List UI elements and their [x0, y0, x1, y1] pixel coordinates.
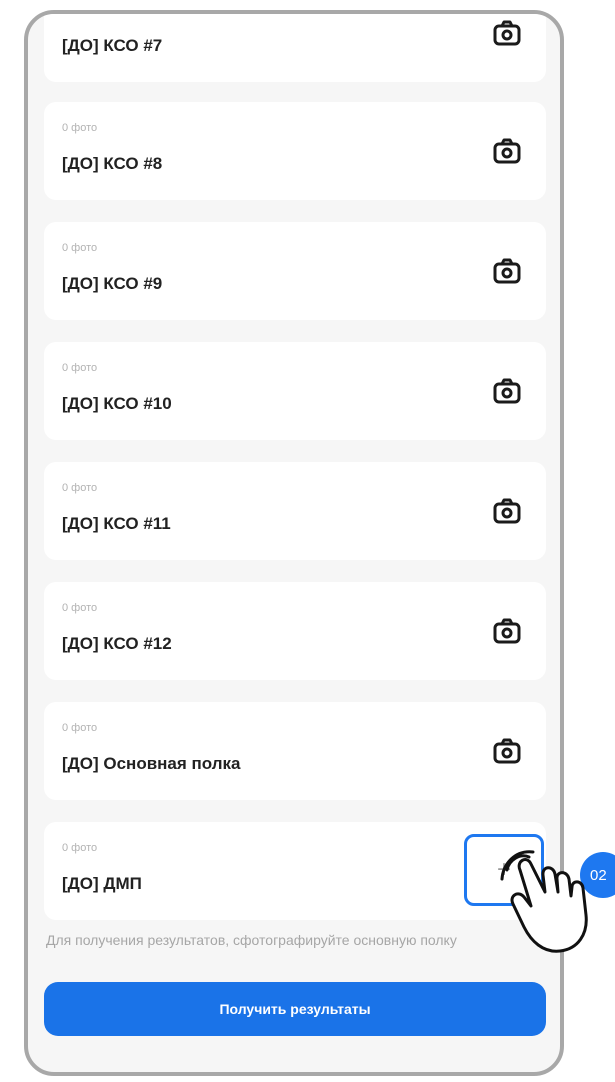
photo-count: 0 фото: [62, 122, 98, 134]
photo-count: 0 фото: [62, 482, 98, 494]
photo-count: 0 фото: [62, 842, 98, 854]
list-item-shelf-7: [ДО] КСО #7: [44, 14, 546, 82]
camera-icon[interactable]: [488, 252, 526, 290]
camera-icon[interactable]: [488, 14, 526, 52]
shelf-title: [ДО] КСО #8: [62, 154, 163, 173]
camera-icon[interactable]: [488, 372, 526, 410]
shelf-title: [ДО] КСО #11: [62, 514, 171, 533]
list-item-shelf-10: 0 фото [ДО] КСО #10: [44, 342, 546, 440]
hint-text: Для получения результатов, сфотографируй…: [46, 932, 457, 948]
shelf-title: [ДО] ДМП: [62, 874, 142, 893]
shelf-title: [ДО] КСО #9: [62, 274, 163, 293]
shelf-title: [ДО] Основная полка: [62, 754, 241, 773]
camera-icon[interactable]: [488, 732, 526, 770]
hand-pointer-icon: [500, 850, 588, 953]
list-item-main-shelf: 0 фото [ДО] Основная полка: [44, 702, 546, 800]
list-item-shelf-9: 0 фото [ДО] КСО #9: [44, 222, 546, 320]
list-item-shelf-8: 0 фото [ДО] КСО #8: [44, 102, 546, 200]
camera-icon[interactable]: [488, 492, 526, 530]
photo-count: 0 фото: [62, 242, 98, 254]
camera-icon[interactable]: [488, 612, 526, 650]
photo-count: 0 фото: [62, 602, 98, 614]
phone-screen: [ДО] КСО #7 0 фото [ДО] КСО #8 0 фото [Д…: [24, 10, 564, 1076]
tutorial-page: [ДО] КСО #7 0 фото [ДО] КСО #8 0 фото [Д…: [0, 0, 615, 1082]
photo-count: 0 фото: [62, 722, 98, 734]
camera-icon[interactable]: [488, 132, 526, 170]
shelf-title: [ДО] КСО #12: [62, 634, 172, 653]
list-item-shelf-12: 0 фото [ДО] КСО #12: [44, 582, 546, 680]
list-item-shelf-11: 0 фото [ДО] КСО #11: [44, 462, 546, 560]
shelf-title: [ДО] КСО #10: [62, 394, 172, 413]
photo-count: 0 фото: [62, 362, 98, 374]
get-results-button[interactable]: Получить результаты: [44, 982, 546, 1036]
list-item-dmp: 0 фото [ДО] ДМП +: [44, 822, 546, 920]
shelf-title: [ДО] КСО #7: [62, 36, 163, 55]
